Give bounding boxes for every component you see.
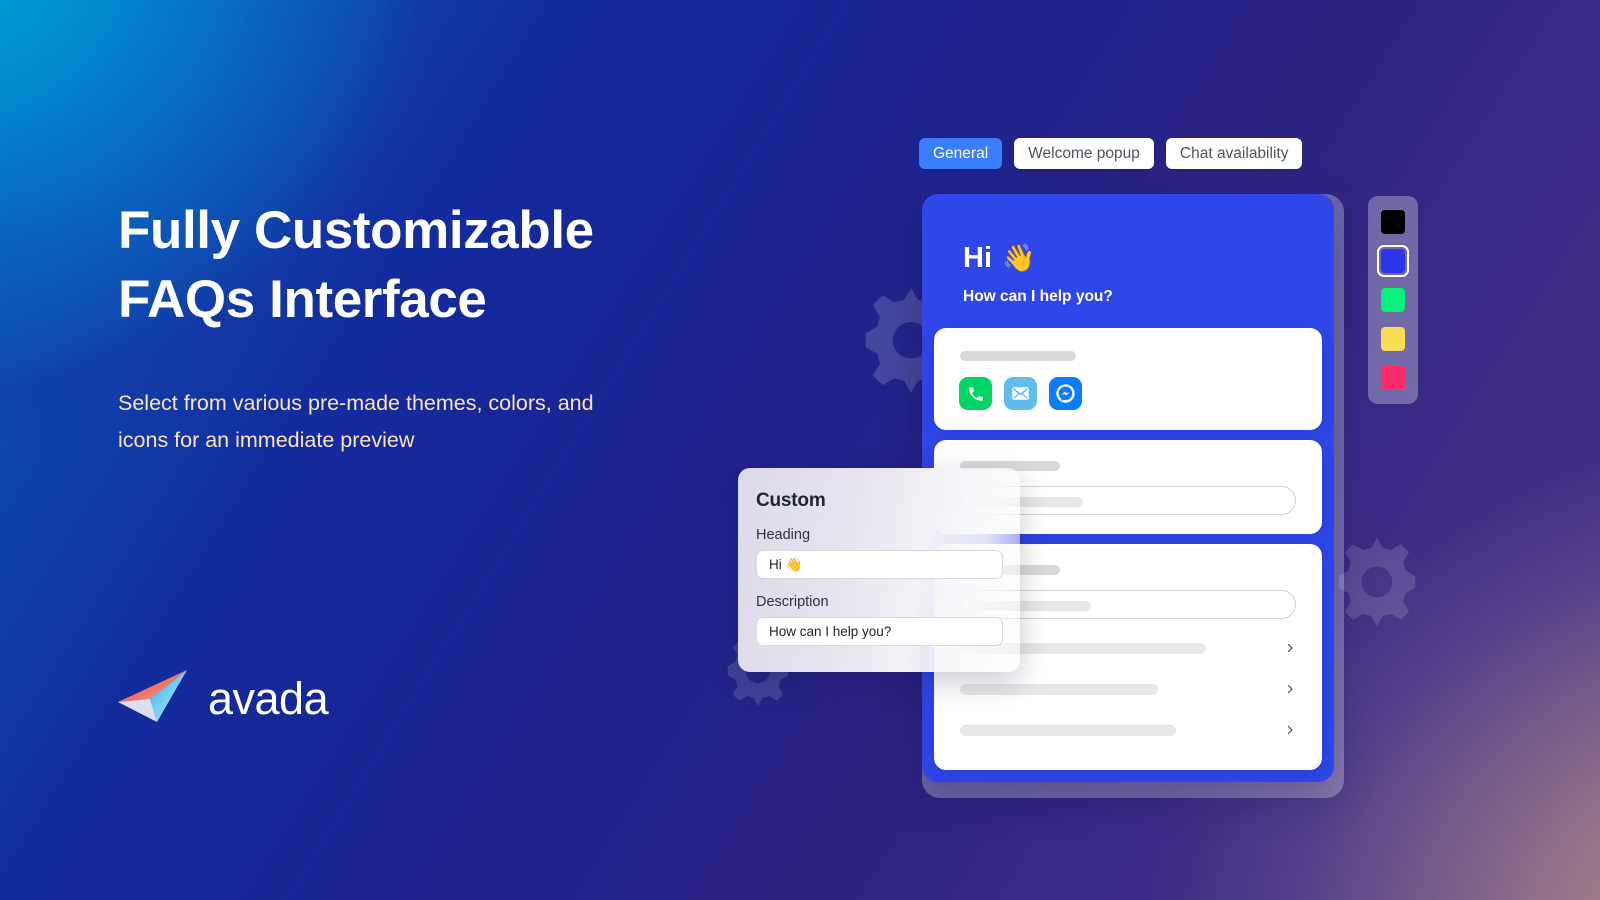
swatch-fill	[1381, 249, 1405, 273]
heading-field-label: Heading	[756, 527, 811, 543]
color-swatch-pink[interactable]	[1377, 362, 1409, 394]
avada-arrow-logo-icon	[117, 668, 197, 728]
brand-logo: avada	[117, 668, 329, 728]
tab-general[interactable]: General	[919, 138, 1003, 169]
chevron-right-icon	[1284, 642, 1296, 654]
hero-subtitle: Select from various pre-made themes, col…	[118, 391, 594, 452]
description-input[interactable]: How can I help you?	[756, 617, 1003, 646]
tab-welcome-popup[interactable]: Welcome popup	[1014, 138, 1154, 169]
color-picker-rail	[1368, 196, 1418, 404]
promo-banner: Fully Customizable FAQs Interface Select…	[0, 0, 1600, 900]
custom-settings-panel: Custom Heading Hi 👋 Description How can …	[738, 468, 1020, 672]
tab-chat-availability[interactable]: Chat availability	[1165, 138, 1303, 169]
chevron-right-icon	[1284, 724, 1296, 736]
description-field-label: Description	[756, 594, 829, 610]
placeholder-bar	[960, 683, 1158, 695]
placeholder-bar	[960, 724, 1176, 736]
tab-bar: General Welcome popup Chat availability	[919, 138, 1303, 169]
color-swatch-black[interactable]	[1377, 206, 1409, 238]
contact-channels-card	[934, 328, 1322, 430]
waving-hand-icon: 👋	[1002, 242, 1036, 273]
widget-greeting: Hi 👋	[963, 241, 1334, 275]
placeholder-bar	[960, 351, 1076, 361]
phone-icon[interactable]	[959, 377, 992, 410]
color-swatch-blue[interactable]	[1377, 245, 1409, 277]
chevron-right-icon	[1284, 683, 1296, 695]
color-swatch-green[interactable]	[1377, 284, 1409, 316]
contact-icon-row	[959, 377, 1082, 410]
color-swatch-yellow[interactable]	[1377, 323, 1409, 355]
faq-list-item[interactable]	[960, 723, 1296, 737]
hero-section: Fully Customizable FAQs Interface Select…	[118, 196, 738, 458]
swatch-fill	[1381, 210, 1405, 234]
panel-title: Custom	[756, 490, 826, 511]
faq-list-item[interactable]	[960, 682, 1296, 696]
swatch-fill	[1381, 288, 1405, 312]
page-title: Fully Customizable FAQs Interface	[118, 201, 594, 329]
widget-greeting-text: Hi	[963, 242, 992, 274]
brand-name: avada	[208, 672, 329, 724]
widget-description: How can I help you?	[963, 288, 1113, 305]
widget-header: Hi 👋 How can I help you?	[922, 194, 1334, 332]
swatch-fill	[1381, 327, 1405, 351]
heading-input[interactable]: Hi 👋	[756, 550, 1003, 579]
swatch-fill	[1381, 366, 1405, 390]
messenger-icon[interactable]	[1049, 377, 1082, 410]
email-icon[interactable]	[1004, 377, 1037, 410]
